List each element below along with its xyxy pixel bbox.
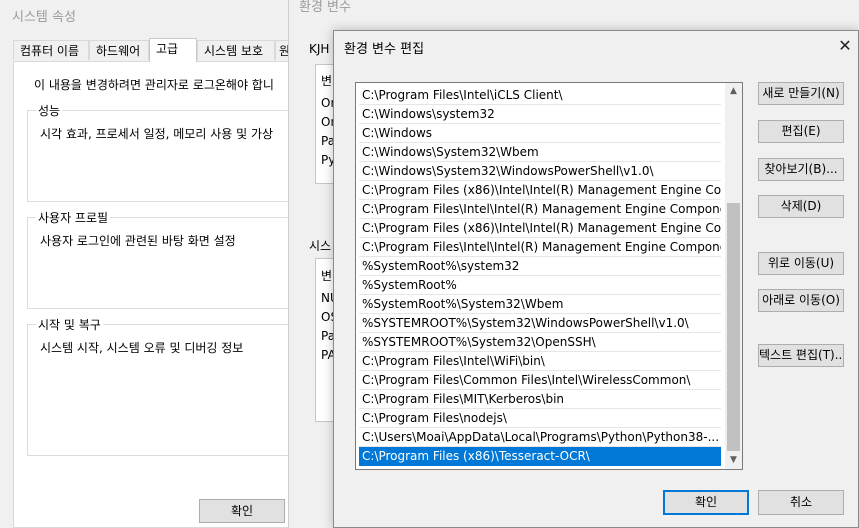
dialog-title: 환경 변수 편집 (344, 42, 425, 57)
group-title: 시작 및 복구 (36, 316, 103, 333)
path-item[interactable]: C:\Program Files\Common Files\Intel\Wire… (359, 371, 721, 390)
path-item[interactable]: C:\Program Files (x86)\Intel\Intel(R) Ma… (359, 181, 721, 200)
admin-notice: 이 내용을 변경하려면 관리자로 로그온해야 합니 (34, 78, 274, 92)
path-item[interactable]: C:\Program Files\Intel\Intel(R) Manageme… (359, 238, 721, 257)
path-item[interactable]: %SYSTEMROOT%\System32\OpenSSH\ (359, 333, 721, 352)
path-item[interactable]: %SystemRoot%\System32\Wbem (359, 295, 721, 314)
group-description: 사용자 로그인에 관련된 바탕 화면 설정 (40, 234, 236, 248)
startup-recovery-group: 시작 및 복구 시스템 시작, 시스템 오류 및 디버깅 정보 (27, 316, 298, 456)
group-title: 사용자 프로필 (36, 209, 111, 226)
path-item[interactable]: C:\Program Files (x86)\Intel\Intel(R) Ma… (359, 219, 721, 238)
group-description: 시스템 시작, 시스템 오류 및 디버깅 정보 (40, 341, 244, 355)
tab-hardware[interactable]: 하드웨어 (89, 40, 149, 60)
edit-environment-variable-dialog: 환경 변수 편집 ✕ C:\Program Files\Intel\iCLS C… (333, 30, 859, 528)
scroll-down-icon[interactable]: ▼ (725, 452, 742, 469)
edit-button[interactable]: 편집(E) (758, 120, 844, 143)
new-button[interactable]: 새로 만들기(N) (758, 82, 844, 105)
scrollbar-thumb[interactable] (727, 203, 740, 451)
path-list[interactable]: C:\Program Files\Intel\iCLS Client\ C:\Wi… (355, 82, 743, 470)
user-variables-header: 변 (321, 74, 333, 88)
path-item[interactable]: C:\Program Files\MIT\Kerberos\bin (359, 390, 721, 409)
close-icon[interactable]: ✕ (834, 35, 856, 57)
scroll-up-icon[interactable]: ▲ (725, 83, 742, 100)
user-variables-label: KJH (309, 42, 330, 56)
system-variables-header: 변 (321, 269, 333, 283)
ok-button[interactable]: 확인 (663, 490, 749, 515)
ok-button[interactable]: 확인 (199, 499, 285, 523)
path-item[interactable]: C:\Program Files\Intel\WiFi\bin\ (359, 352, 721, 371)
tab-computer-name[interactable]: 컴퓨터 이름 (13, 40, 89, 60)
path-item[interactable]: C:\Windows\System32\WindowsPowerShell\v1… (359, 162, 721, 181)
path-item[interactable]: C:\Program Files\Intel\iCLS Client\ (359, 86, 721, 105)
browse-button[interactable]: 찾아보기(B)... (758, 158, 844, 181)
group-title: 성능 (36, 102, 63, 119)
tab-advanced[interactable]: 고급 (149, 38, 197, 62)
path-item[interactable]: C:\Users\Moai\AppData\Local\Programs\Pyt… (359, 428, 721, 447)
user-profiles-group: 사용자 프로필 사용자 로그인에 관련된 바탕 화면 설정 (27, 209, 298, 309)
tab-system-protection[interactable]: 시스템 보호 (197, 40, 275, 60)
path-item[interactable]: C:\Windows\System32\Wbem (359, 143, 721, 162)
performance-group: 성능 시각 효과, 프로세서 일정, 메모리 사용 및 가상 (27, 102, 298, 202)
tab-panel: 이 내용을 변경하려면 관리자로 로그온해야 합니 성능 시각 효과, 프로세서… (13, 61, 298, 528)
group-description: 시각 효과, 프로세서 일정, 메모리 사용 및 가상 (40, 127, 274, 141)
path-item-selected[interactable]: C:\Program Files (x86)\Tesseract-OCR\ (359, 447, 721, 466)
path-item[interactable]: %SYSTEMROOT%\System32\WindowsPowerShell\… (359, 314, 721, 333)
move-up-button[interactable]: 위로 이동(U) (758, 252, 844, 275)
delete-button[interactable]: 삭제(D) (758, 195, 844, 218)
vertical-scrollbar[interactable]: ▲ ▼ (725, 83, 742, 469)
path-item[interactable]: C:\Windows\system32 (359, 105, 721, 124)
path-item[interactable]: C:\Windows (359, 124, 721, 143)
window-title: 시스템 속성 (12, 10, 76, 25)
edit-text-button[interactable]: 텍스트 편집(T)... (758, 344, 844, 367)
path-item[interactable]: %SystemRoot% (359, 276, 721, 295)
system-properties-window: 시스템 속성 컴퓨터 이름 하드웨어 고급 시스템 보호 원 이 내용을 변경하… (0, 0, 298, 528)
path-item[interactable]: %SystemRoot%\system32 (359, 257, 721, 276)
path-item[interactable]: C:\Program Files\Intel\Intel(R) Manageme… (359, 200, 721, 219)
move-down-button[interactable]: 아래로 이동(O) (758, 289, 844, 312)
system-variables-label: 시스 (309, 239, 332, 253)
window-title: 환경 변수 (299, 0, 351, 15)
path-item[interactable]: C:\Program Files\nodejs\ (359, 409, 721, 428)
cancel-button[interactable]: 취소 (758, 490, 844, 515)
